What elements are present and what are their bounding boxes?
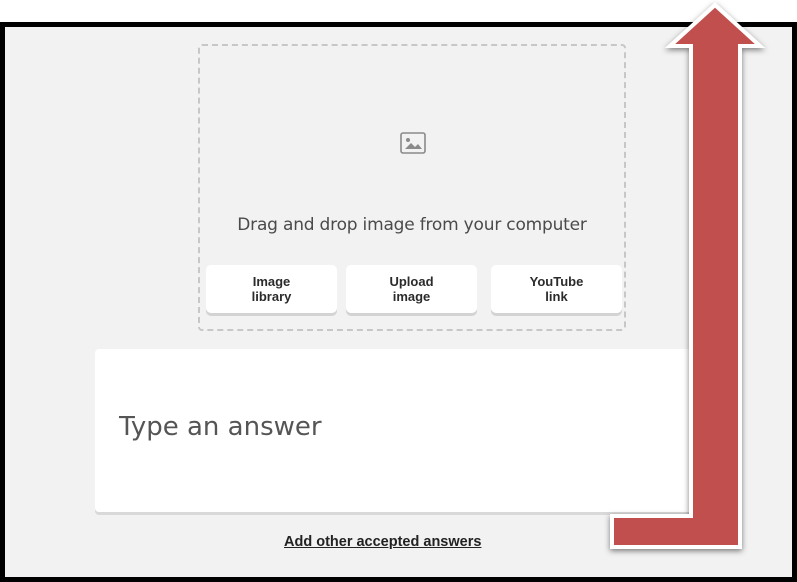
image-dropzone[interactable]: Drag and drop image from your computer I… [198, 44, 626, 331]
image-library-label: Image library [251, 274, 292, 304]
dropzone-instruction: Drag and drop image from your computer [237, 215, 587, 235]
answer-input[interactable] [119, 405, 679, 449]
youtube-link-button[interactable]: YouTube link [491, 265, 622, 313]
add-accepted-answers-link[interactable]: Add other accepted answers [284, 534, 481, 550]
media-button-row: Image library Upload image YouTube link [206, 265, 622, 315]
image-placeholder-icon [400, 132, 426, 154]
image-library-button[interactable]: Image library [206, 265, 337, 313]
upload-image-label: Upload image [389, 274, 434, 304]
upload-image-button[interactable]: Upload image [346, 265, 477, 313]
answer-card [95, 349, 695, 512]
youtube-link-label: YouTube link [529, 274, 584, 304]
